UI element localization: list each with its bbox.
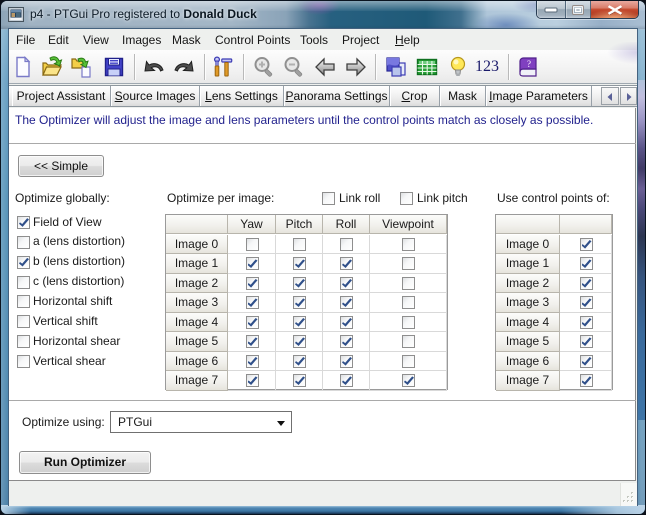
svg-text:?: ? (527, 59, 531, 69)
